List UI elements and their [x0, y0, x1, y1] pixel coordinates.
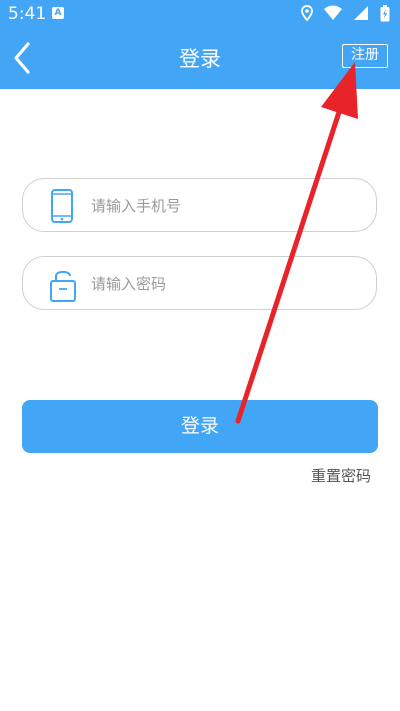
battery-icon [380, 5, 390, 22]
nav-bar: 登录 注册 [0, 28, 400, 89]
signal-icon [353, 6, 368, 20]
register-button[interactable]: 注册 [342, 44, 388, 68]
password-input[interactable] [89, 269, 363, 299]
lock-icon [49, 267, 77, 307]
password-field[interactable] [22, 256, 377, 310]
annotation-arrow [235, 62, 358, 424]
status-time: 5:41 [8, 4, 47, 24]
status-icons [295, 5, 390, 23]
phone-icon [49, 189, 75, 227]
login-button[interactable]: 登录 [22, 400, 378, 453]
status-bar: 5:41 A [0, 0, 400, 28]
phone-field[interactable] [22, 178, 377, 232]
wifi-icon [323, 5, 342, 20]
app-header: 5:41 A 登录 注册 [0, 0, 400, 89]
location-icon [300, 5, 313, 21]
page-title: 登录 [179, 47, 221, 71]
phone-input[interactable] [89, 191, 363, 221]
reset-password-link[interactable]: 重置密码 [311, 465, 371, 486]
notification-icon: A [52, 7, 64, 19]
